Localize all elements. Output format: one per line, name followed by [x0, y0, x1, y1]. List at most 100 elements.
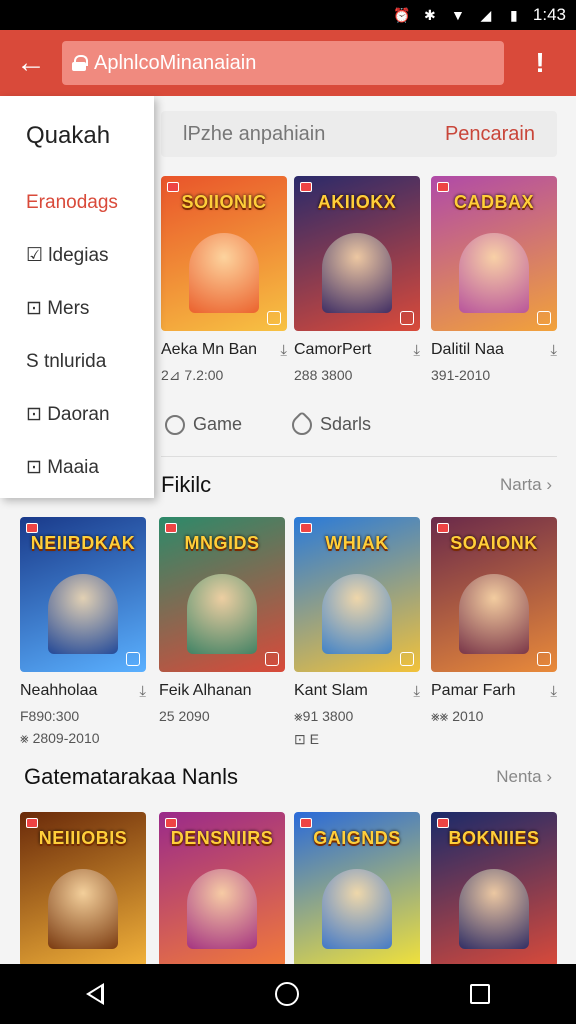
game-card[interactable]: GAIGNDS	[294, 812, 420, 967]
game-title: Feik Alhanan	[159, 682, 252, 699]
search-input[interactable]: lPzhe anpahiain	[183, 123, 325, 146]
game-cover: NEIIBDKAK	[20, 517, 146, 672]
game-meta: 288 3800	[294, 367, 353, 383]
rating-badge-icon	[400, 311, 414, 325]
game-meta: ⨳⨳ 2010	[431, 708, 484, 724]
new-tag-icon	[300, 818, 312, 828]
section-title: Gatematarakaa Nanls	[24, 764, 238, 789]
chip-label: Game	[193, 414, 243, 434]
chip-label: Sdarls	[320, 414, 372, 434]
see-more-link[interactable]: Narta ›	[500, 475, 552, 495]
game-title: Aeka Mn Ban	[161, 341, 258, 358]
rating-badge-icon	[537, 311, 551, 325]
back-button[interactable]: ←	[0, 30, 62, 96]
rating-badge-icon	[400, 652, 414, 666]
search-bar[interactable]: lPzhe anpahiain Pencarain	[161, 111, 557, 157]
chip-game[interactable]: Game	[165, 414, 242, 435]
game-card[interactable]: NEIIIOBIS	[20, 812, 146, 967]
drawer-item-daoran[interactable]: ⊡ Daoran	[0, 388, 154, 441]
game-card[interactable]: AKIIOKX CamorPert ⤓ 288 3800	[294, 176, 420, 383]
drawer-item-eranodags[interactable]: Eranodags	[0, 176, 154, 229]
game-meta: 391-2010	[431, 367, 491, 383]
game-logo: NEIIBDKAK	[30, 533, 136, 553]
wifi-icon: ▼	[450, 7, 465, 23]
hero-image	[459, 574, 529, 654]
url-field[interactable]: AplnlcoMinanaiain	[62, 41, 504, 85]
battery-icon: ▮	[510, 7, 518, 23]
download-icon[interactable]: ⤓	[413, 342, 420, 359]
game-logo: BOKNIIES	[448, 828, 540, 848]
nav-back-icon[interactable]	[85, 983, 104, 1005]
hero-image	[459, 233, 529, 313]
drawer-item-tnlurida[interactable]: S tnlurida	[0, 335, 154, 388]
game-meta: F890:300	[20, 708, 80, 724]
game-card[interactable]: DENSNIIRS	[159, 812, 285, 967]
rating-badge-icon	[265, 652, 279, 666]
vibrate-icon: ✱	[424, 7, 436, 23]
game-logo: MNGIDS	[184, 533, 260, 553]
rating-badge-icon	[537, 652, 551, 666]
game-logo: SOIIONIC	[181, 192, 267, 212]
game-meta: 2⊿ 7.2:00	[161, 367, 224, 383]
game-card[interactable]: SOIIONIC Aeka Mn Ban ⤓ 2⊿ 7.2:00	[161, 176, 287, 384]
rating-badge-icon	[126, 652, 140, 666]
download-icon[interactable]: ⤓	[413, 683, 420, 700]
download-icon[interactable]: ⤓	[280, 342, 287, 359]
download-icon[interactable]: ⤓	[139, 683, 146, 700]
game-card[interactable]: MNGIDS Feik Alhanan 25 2090	[159, 517, 285, 724]
nav-drawer: Quakah Eranodags ☑ ldegias ⊡ Mers S tnlu…	[0, 96, 154, 498]
search-button[interactable]: Pencarain	[445, 123, 535, 146]
drawer-item-maaia[interactable]: ⊡ Maaia	[0, 441, 154, 494]
new-tag-icon	[437, 182, 449, 192]
nav-recents-icon[interactable]	[470, 984, 491, 1004]
game-title: Pamar Farh	[431, 682, 516, 699]
filter-chips: Game Sdarls	[165, 410, 372, 439]
game-title: Dalitil Naa	[431, 341, 504, 358]
game-card[interactable]: SOAIONK Pamar Farh ⤓ ⨳⨳ 2010	[431, 517, 557, 725]
game-card[interactable]: BOKNIIES	[431, 812, 557, 967]
game-logo: DENSNIIRS	[170, 828, 274, 848]
game-card[interactable]: CADBAX Dalitil Naa ⤓ 391-2010	[431, 176, 557, 383]
hero-image	[187, 869, 257, 949]
download-icon[interactable]: ⤓	[550, 683, 557, 700]
divider	[161, 456, 557, 457]
game-logo: NEIIIOBIS	[38, 828, 128, 848]
arrow-left-icon: ←	[16, 46, 46, 79]
system-nav-bar	[0, 964, 576, 1024]
game-logo: CADBAX	[453, 192, 534, 212]
see-more-link[interactable]: Nenta ›	[496, 767, 552, 787]
hero-image	[189, 233, 259, 313]
game-cover: BOKNIIES	[431, 812, 557, 967]
game-title: Kant Slam	[294, 682, 368, 699]
signal-icon: ◢	[480, 7, 492, 23]
game-card[interactable]: NEIIBDKAK Neahholaa ⤓ F890:300 ⨳ 2809-201…	[20, 517, 146, 747]
status-time: 1:43	[532, 5, 566, 24]
overflow-menu-button[interactable]: !	[504, 30, 576, 96]
download-icon[interactable]: ⤓	[550, 342, 557, 359]
lock-icon	[72, 55, 88, 71]
new-tag-icon	[300, 182, 312, 192]
game-cover: CADBAX	[431, 176, 557, 331]
game-meta: ⨳91 3800	[294, 708, 354, 724]
game-meta: 25 2090	[159, 708, 210, 724]
rating-badge-icon	[267, 311, 281, 325]
nav-home-icon[interactable]	[274, 982, 299, 1006]
game-title: CamorPert	[294, 341, 372, 358]
drawer-item-mers[interactable]: ⊡ Mers	[0, 282, 154, 335]
new-tag-icon	[26, 523, 38, 533]
game-title: Neahholaa	[20, 682, 98, 699]
new-tag-icon	[26, 818, 38, 828]
game-cover: DENSNIIRS	[159, 812, 285, 967]
section-header: Gatematarakaa Nanls Nenta ›	[0, 764, 576, 790]
game-cover: SOIIONIC	[161, 176, 287, 331]
game-card[interactable]: WHIAK Kant Slam ⤓ ⨳91 3800 ⊡ E	[294, 517, 420, 748]
game-meta-secondary: ⨳ 2809-2010	[20, 730, 100, 746]
drawer-title: Quakah	[26, 122, 111, 149]
game-cover: WHIAK	[294, 517, 420, 672]
chip-sdarls[interactable]: Sdarls	[287, 410, 372, 439]
drawer-item-ldegias[interactable]: ☑ ldegias	[0, 229, 154, 282]
new-tag-icon	[165, 523, 177, 533]
game-logo: AKIIOKX	[317, 192, 397, 212]
more-vert-icon: !	[535, 47, 545, 78]
game-cover: NEIIIOBIS	[20, 812, 146, 967]
